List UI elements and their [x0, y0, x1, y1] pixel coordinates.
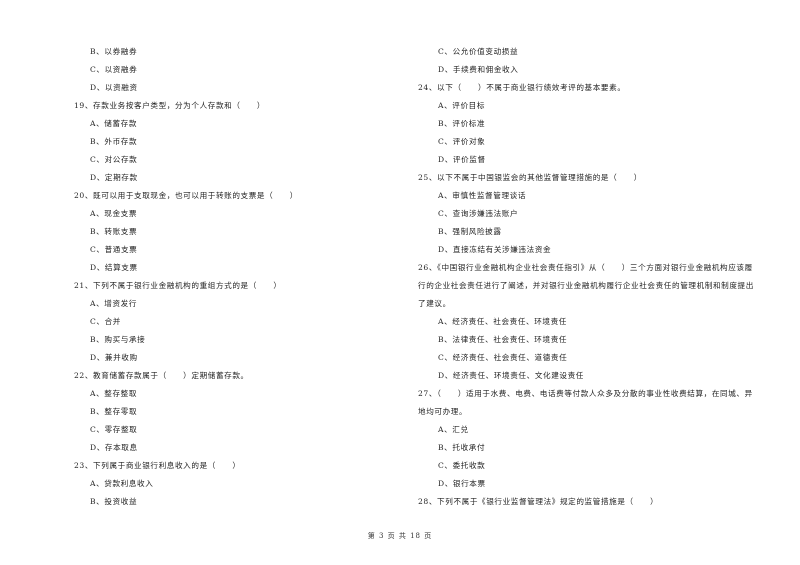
option: A、经济责任、社会责任、环境责任 — [438, 317, 567, 326]
option: C、对公存款 — [90, 155, 138, 164]
question-28: 28、下列不属于《银行业监督管理法》规定的监管措施是（ ） — [418, 493, 768, 511]
option: B、转账支票 — [90, 227, 138, 236]
option: B、强制风险披露 — [438, 227, 502, 236]
option: C、经济责任、社会责任、道德责任 — [438, 353, 568, 362]
option: C、评价对象 — [438, 137, 486, 146]
question-24: 24、以下（ ）不属于商业银行绩效考评的基本要素。 A、评价目标 B、评价标准 … — [418, 79, 768, 169]
option: A、储蓄存款 — [90, 119, 138, 128]
option: C、合并 — [90, 317, 121, 326]
option-c-lead: C、以资融券 — [90, 65, 138, 74]
left-column: B、以券融券 C、以资融券 D、以资融资 19、存款业务按客户类型，分为个人存款… — [74, 43, 394, 511]
option: B、整存零取 — [90, 407, 138, 416]
option: C、零存整取 — [90, 425, 138, 434]
option: D、兼并收购 — [90, 353, 138, 362]
option: D、银行本票 — [438, 479, 486, 488]
question-text: 24、以下（ ）不属于商业银行绩效考评的基本要素。 — [418, 83, 626, 92]
right-column: C、公允价值变动损益 D、手续费和佣金收入 24、以下（ ）不属于商业银行绩效考… — [418, 43, 768, 511]
question-text-line: 26、《中国银行业金融机构企业社会责任指引》从（ ）三个方面对银行业金融机构应该… — [418, 263, 753, 272]
option: D、结算支票 — [90, 263, 138, 272]
option: B、法律责任、社会责任、环境责任 — [438, 335, 568, 344]
option: D、直接冻结有关涉嫌违法资金 — [438, 245, 552, 254]
option: C、委托收款 — [438, 461, 486, 470]
option: A、贷款利息收入 — [90, 479, 154, 488]
question-26: 26、《中国银行业金融机构企业社会责任指引》从（ ）三个方面对银行业金融机构应该… — [418, 259, 768, 385]
option-b-lead: B、以券融券 — [90, 47, 138, 56]
question-text-line: 27、（ ）适用于水费、电费、电话费等付款人众多及分散的事业性收费结算，在同城、… — [418, 389, 753, 398]
question-text: 19、存款业务按客户类型，分为个人存款和（ ） — [74, 101, 266, 110]
option: B、投资收益 — [90, 497, 138, 506]
option-d-lead: D、手续费和佣金收入 — [438, 65, 519, 74]
option: B、托收承付 — [438, 443, 486, 452]
option: B、外币存款 — [90, 137, 138, 146]
option: B、评价标准 — [438, 119, 486, 128]
option: C、查询涉嫌违法账户 — [438, 209, 519, 218]
question-text-line: 地均可办理。 — [418, 407, 468, 416]
option-c-lead: C、公允价值变动损益 — [438, 47, 519, 56]
question-text-line: 了建议。 — [418, 299, 451, 308]
question-text-line: 行的企业社会责任进行了阐述，并对银行业金融机构履行企业社会责任的管理机制和制度提… — [418, 281, 754, 290]
option: D、经济责任、环境责任、文化建设责任 — [438, 371, 584, 380]
question-text: 21、下列不属于银行业金融机构的重组方式的是（ ） — [74, 281, 282, 290]
question-20: 20、既可以用于支取现金，也可以用于转账的支票是（ ） A、现金支票 B、转账支… — [74, 187, 394, 277]
page-number: 第 3 页 共 18 页 — [367, 532, 433, 540]
option: C、普通支票 — [90, 245, 138, 254]
question-text: 22、教育储蓄存款属于（ ）定期储蓄存款。 — [74, 371, 249, 380]
option: A、汇兑 — [438, 425, 469, 434]
question-25: 25、以下不属于中国银监会的其他监督管理措施的是（ ） A、审慎性监督管理谈话 … — [418, 169, 768, 259]
option: A、审慎性监督管理谈话 — [438, 191, 527, 200]
question-text: 20、既可以用于支取现金，也可以用于转账的支票是（ ） — [74, 191, 298, 200]
question-21: 21、下列不属于银行业金融机构的重组方式的是（ ） A、增资发行 C、合并 B、… — [74, 277, 394, 367]
question-text: 25、以下不属于中国银监会的其他监督管理措施的是（ ） — [418, 173, 642, 182]
option: A、评价目标 — [438, 101, 486, 110]
option: A、增资发行 — [90, 299, 138, 308]
question-23: 23、下列属于商业银行利息收入的是（ ） A、贷款利息收入 B、投资收益 — [74, 457, 394, 511]
question-text: 23、下列属于商业银行利息收入的是（ ） — [74, 461, 241, 470]
option: D、存本取息 — [90, 443, 138, 452]
option: B、购买与承接 — [90, 335, 146, 344]
option: D、评价监督 — [438, 155, 486, 164]
option: D、定期存款 — [90, 173, 138, 182]
question-22: 22、教育储蓄存款属于（ ）定期储蓄存款。 A、整存整取 B、整存零取 C、零存… — [74, 367, 394, 457]
question-27: 27、（ ）适用于水费、电费、电话费等付款人众多及分散的事业性收费结算，在同城、… — [418, 385, 768, 493]
option: A、现金支票 — [90, 209, 138, 218]
option-d-lead: D、以资融资 — [90, 83, 138, 92]
option: A、整存整取 — [90, 389, 138, 398]
question-19: 19、存款业务按客户类型，分为个人存款和（ ） A、储蓄存款 B、外币存款 C、… — [74, 97, 394, 187]
question-text: 28、下列不属于《银行业监督管理法》规定的监管措施是（ ） — [418, 497, 659, 506]
